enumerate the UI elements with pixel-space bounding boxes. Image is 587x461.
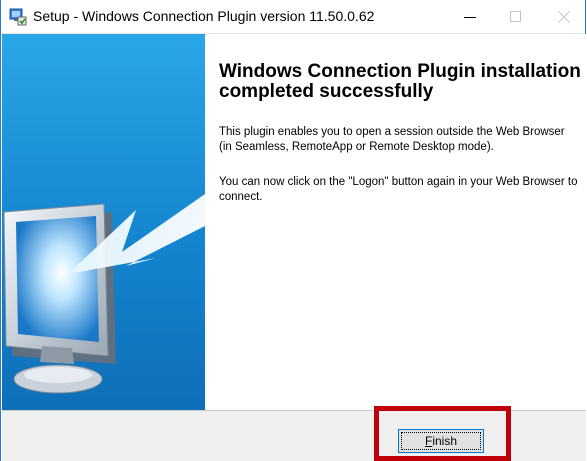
completion-heading: Windows Connection Plugin installation c… bbox=[219, 61, 581, 102]
wizard-side-image bbox=[2, 34, 205, 410]
window-title: Setup - Windows Connection Plugin versio… bbox=[33, 8, 375, 24]
minimize-button[interactable] bbox=[447, 0, 493, 33]
monitor-with-arrow-illustration bbox=[3, 194, 205, 394]
setup-app-icon bbox=[9, 8, 27, 26]
wizard-content: Windows Connection Plugin installation c… bbox=[205, 34, 586, 410]
close-icon bbox=[558, 11, 570, 23]
maximize-icon bbox=[510, 11, 521, 22]
finish-label-rest: inish bbox=[432, 434, 458, 448]
maximize-button[interactable] bbox=[493, 0, 539, 33]
setup-window: Setup - Windows Connection Plugin versio… bbox=[0, 0, 586, 461]
title-bar: Setup - Windows Connection Plugin versio… bbox=[1, 0, 585, 34]
button-bar bbox=[2, 410, 586, 461]
finish-button[interactable]: Finish bbox=[398, 429, 484, 453]
instruction-paragraph: You can now click on the "Logon" button … bbox=[219, 176, 578, 203]
info-paragraph: This plugin enables you to open a sessio… bbox=[219, 126, 565, 153]
minimize-icon bbox=[464, 17, 476, 18]
close-button[interactable] bbox=[541, 0, 587, 33]
